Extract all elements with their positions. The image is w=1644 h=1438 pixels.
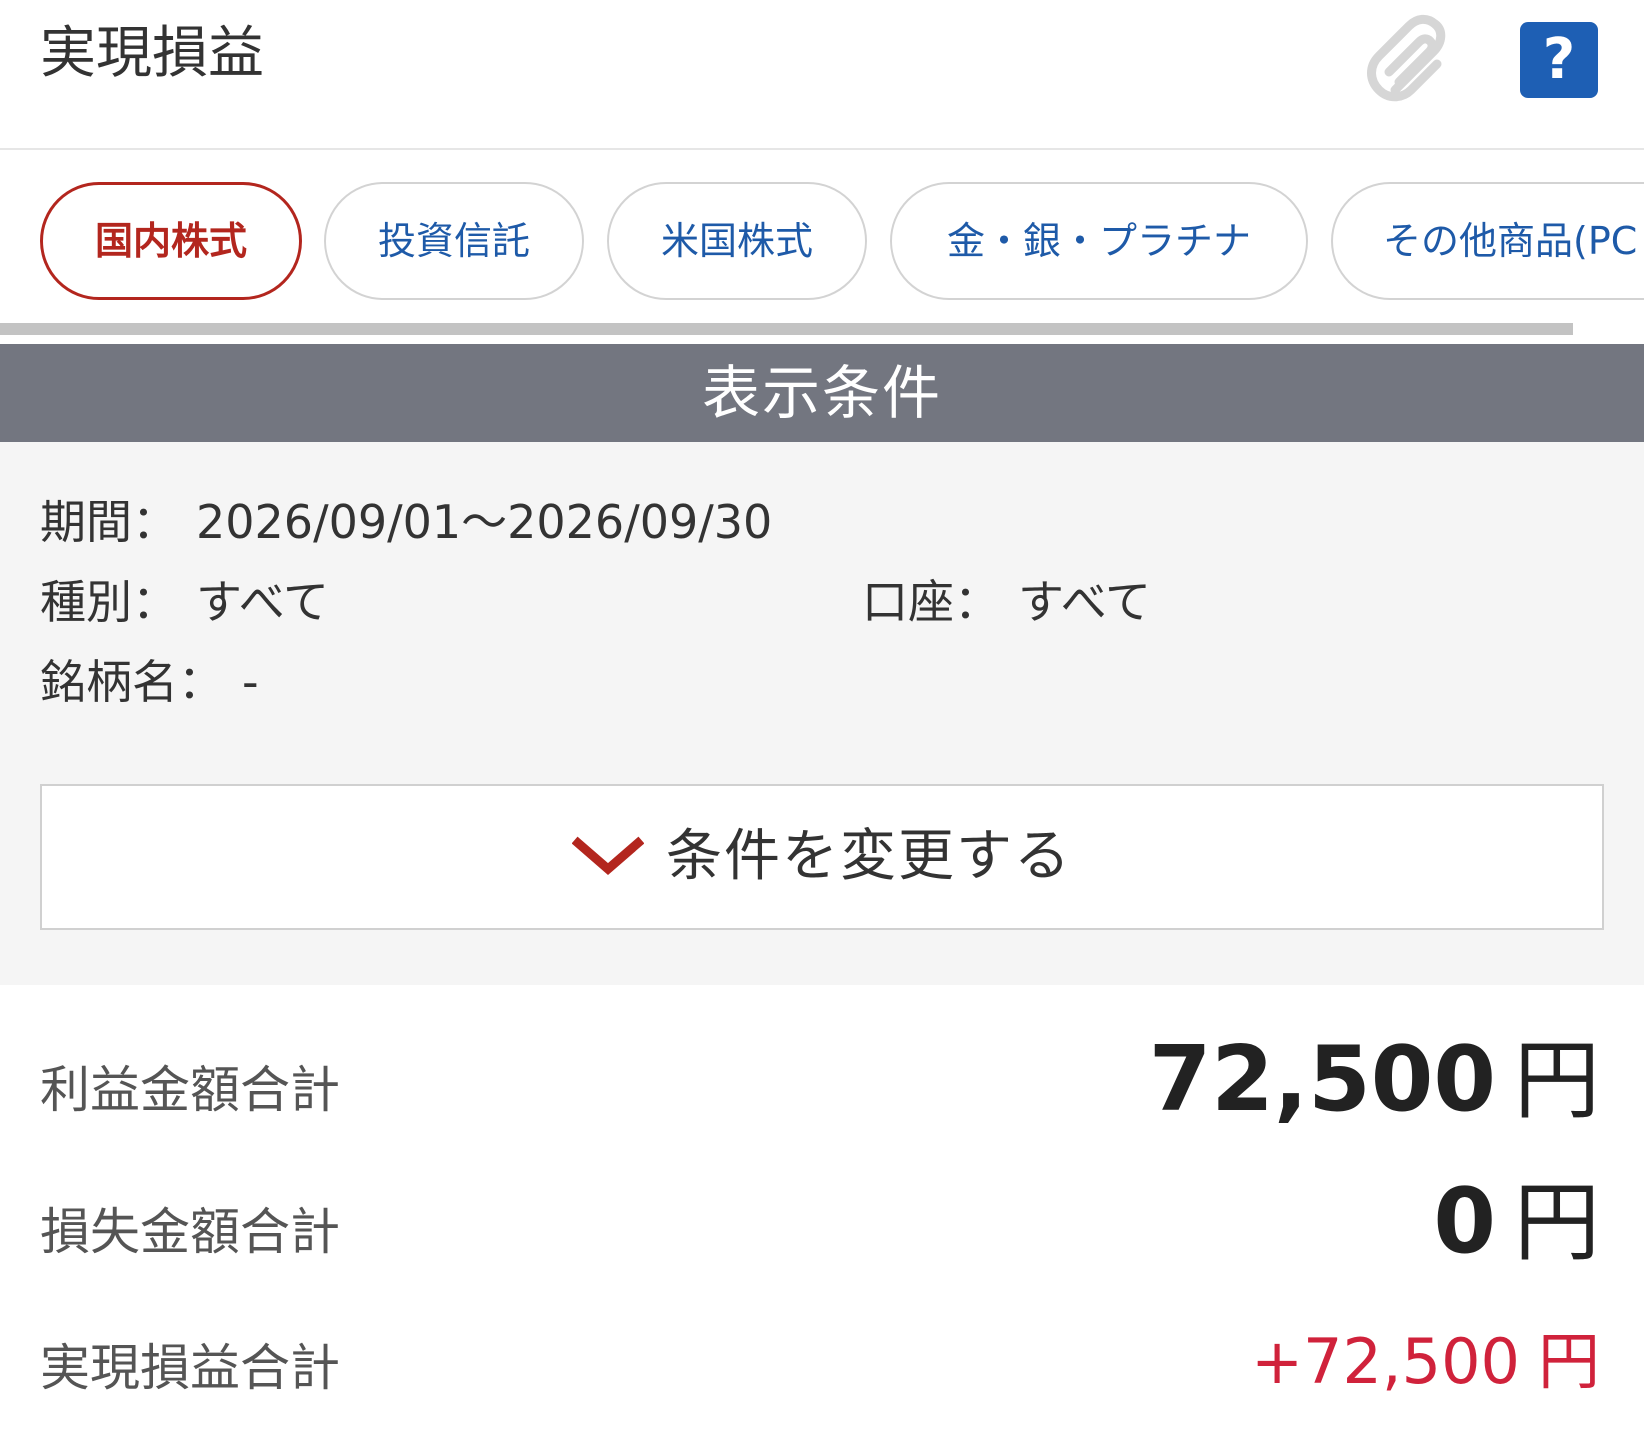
tab-precious-metals[interactable]: 金・銀・プラチナ [890,182,1308,300]
account-label: 口座： [862,575,1000,629]
loss-total-amount: 0 [1433,1169,1496,1274]
realized-total-row: 実現損益合計 +72,500 円 [0,1318,1644,1438]
profit-total-label: 利益金額合計 [40,1061,340,1119]
loss-total-label: 損失金額合計 [40,1203,340,1261]
type-row: 種別： すべて [40,574,329,630]
product-tabs: 国内株式 投資信託 米国株式 金・銀・プラチナ その他商品(PC [0,150,1644,340]
realized-total-label: 実現損益合計 [40,1339,340,1397]
header: 実現損益 ? [0,0,1644,150]
profit-total-value: 72,500 円 [1148,1027,1600,1132]
change-conditions-label: 条件を変更する [666,824,1072,889]
realized-total-unit: 円 [1537,1325,1600,1398]
loss-total-row: 損失金額合計 0円 [0,1172,1644,1292]
chevron-down-icon [572,836,644,875]
tab-scrollbar-thumb[interactable] [0,323,1573,335]
help-button[interactable]: ? [1520,22,1598,98]
realized-total-value: +72,500 円 [1251,1326,1600,1398]
period-row: 期間： 2026/09/01〜2026/09/30 [40,494,772,550]
paperclip-icon[interactable] [1365,12,1455,107]
tab-investment-trust[interactable]: 投資信託 [324,182,584,300]
period-value: 2026/09/01〜2026/09/30 [196,495,773,549]
change-conditions-inner: 条件を変更する [42,786,1602,928]
tab-other-products[interactable]: その他商品(PC [1331,182,1644,300]
stock-name-value: - [242,655,259,709]
page-title: 実現損益 [40,21,264,86]
loss-total-value: 0円 [1433,1169,1600,1274]
account-row: 口座： すべて [862,574,1151,630]
account-value: すべて [1018,575,1151,629]
conditions-panel: 期間： 2026/09/01〜2026/09/30 種別： すべて 口座： すべて 銘… [0,442,1644,985]
stock-name-row: 銘柄名： - [40,654,259,710]
tab-us-stock[interactable]: 米国株式 [607,182,867,300]
profit-total-unit: 円 [1514,1031,1600,1131]
loss-total-unit: 円 [1514,1173,1600,1273]
tab-scrollbar[interactable] [0,323,1644,335]
profit-total-amount: 72,500 [1148,1027,1496,1132]
realized-total-amount: +72,500 [1251,1325,1520,1398]
conditions-heading: 表示条件 [0,344,1644,442]
tab-domestic-stock[interactable]: 国内株式 [40,182,302,300]
stock-name-label: 銘柄名： [40,655,224,709]
profit-total-row: 利益金額合計 72,500 円 [0,1030,1644,1150]
change-conditions-button[interactable]: 条件を変更する [40,784,1604,930]
type-label: 種別： [40,575,178,629]
period-label: 期間： [40,495,178,549]
type-value: すべて [196,575,329,629]
